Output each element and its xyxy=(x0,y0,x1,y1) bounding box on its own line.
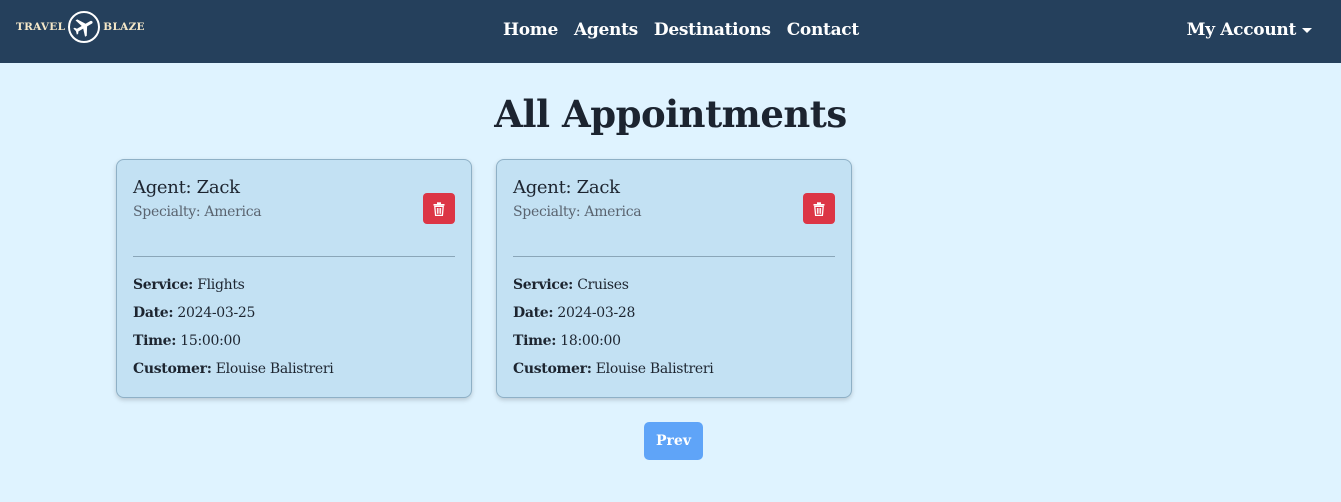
prev-page-button[interactable]: Prev xyxy=(644,422,703,460)
nav-links: Home Agents Destinations Contact xyxy=(503,20,859,40)
customer-value: Elouise Balistreri xyxy=(215,361,334,377)
navbar: TRAVEL BLAZE Home Agents Destinations Co… xyxy=(0,0,1341,63)
time-label: Time: xyxy=(133,333,177,349)
appointment-card: Agent: Zack Specialty: America Service: … xyxy=(116,159,472,398)
service-value: Flights xyxy=(197,277,245,293)
agent-specialty: Specialty: America xyxy=(513,204,642,220)
customer-row: Customer: Elouise Balistreri xyxy=(513,361,714,377)
date-label: Date: xyxy=(133,305,174,321)
delete-appointment-button[interactable] xyxy=(803,193,835,224)
time-label: Time: xyxy=(513,333,557,349)
delete-appointment-button[interactable] xyxy=(423,193,455,224)
card-divider xyxy=(133,256,455,257)
service-value: Cruises xyxy=(577,277,629,293)
page-title: All Appointments xyxy=(494,92,847,136)
brand-right-text: BLAZE xyxy=(103,21,145,33)
service-row: Service: Flights xyxy=(133,277,245,293)
brand-logo[interactable]: TRAVEL BLAZE xyxy=(16,9,145,45)
nav-agents[interactable]: Agents xyxy=(574,20,638,40)
customer-label: Customer: xyxy=(513,361,592,377)
card-divider xyxy=(513,256,835,257)
agent-specialty: Specialty: America xyxy=(133,204,262,220)
trash-icon xyxy=(813,201,825,216)
my-account-label: My Account xyxy=(1186,20,1297,40)
service-label: Service: xyxy=(133,277,194,293)
customer-label: Customer: xyxy=(133,361,212,377)
service-label: Service: xyxy=(513,277,574,293)
brand-left-text: TRAVEL xyxy=(16,21,66,33)
time-row: Time: 18:00:00 xyxy=(513,333,621,349)
agent-name: Agent: Zack xyxy=(513,177,620,198)
nav-destinations[interactable]: Destinations xyxy=(654,20,771,40)
date-label: Date: xyxy=(513,305,554,321)
agent-name: Agent: Zack xyxy=(133,177,240,198)
service-row: Service: Cruises xyxy=(513,277,629,293)
nav-home[interactable]: Home xyxy=(503,20,558,40)
date-row: Date: 2024-03-28 xyxy=(513,305,635,321)
caret-down-icon xyxy=(1302,27,1312,33)
date-row: Date: 2024-03-25 xyxy=(133,305,255,321)
date-value: 2024-03-25 xyxy=(177,305,256,321)
time-row: Time: 15:00:00 xyxy=(133,333,241,349)
appointment-card: Agent: Zack Specialty: America Service: … xyxy=(496,159,852,398)
airplane-icon xyxy=(68,11,101,43)
my-account-dropdown[interactable]: My Account xyxy=(1187,20,1312,40)
nav-contact[interactable]: Contact xyxy=(787,20,860,40)
customer-value: Elouise Balistreri xyxy=(595,361,714,377)
date-value: 2024-03-28 xyxy=(557,305,636,321)
time-value: 18:00:00 xyxy=(560,333,621,349)
time-value: 15:00:00 xyxy=(180,333,241,349)
trash-icon xyxy=(433,201,445,216)
customer-row: Customer: Elouise Balistreri xyxy=(133,361,334,377)
